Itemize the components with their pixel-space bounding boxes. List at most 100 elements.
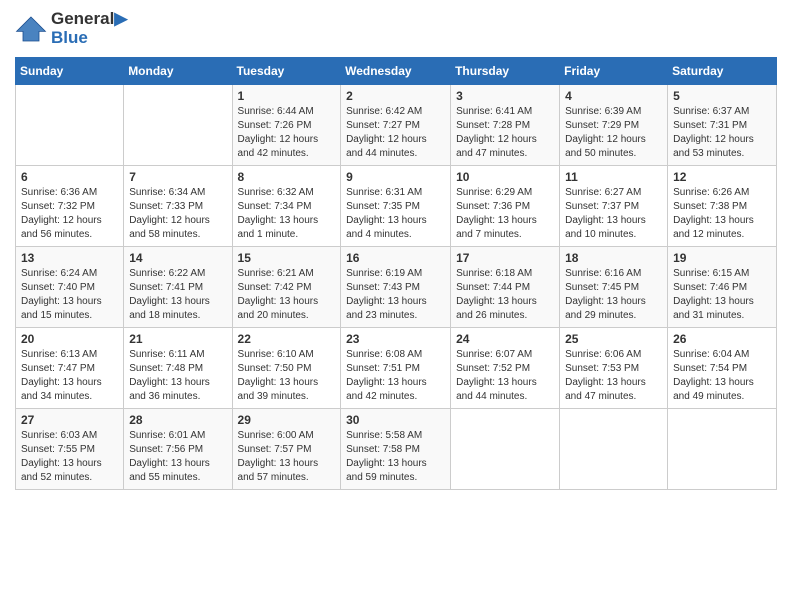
- calendar-cell: 23Sunrise: 6:08 AM Sunset: 7:51 PM Dayli…: [341, 328, 451, 409]
- calendar-cell: 24Sunrise: 6:07 AM Sunset: 7:52 PM Dayli…: [451, 328, 560, 409]
- logo-subtext: Blue: [51, 29, 127, 48]
- day-info: Sunrise: 6:41 AM Sunset: 7:28 PM Dayligh…: [456, 105, 554, 161]
- day-number: 6: [21, 170, 118, 184]
- day-info: Sunrise: 6:16 AM Sunset: 7:45 PM Dayligh…: [565, 267, 662, 323]
- page-container: General▶ Blue SundayMondayTuesdayWednesd…: [0, 0, 792, 505]
- header: General▶ Blue: [15, 10, 777, 47]
- calendar-cell: 4 Sunrise: 6:39 AM Sunset: 7:29 PM Daylig…: [560, 85, 668, 166]
- day-info: Sunrise: 6:36 AM Sunset: 7:32 PM Dayligh…: [21, 186, 118, 242]
- calendar-cell: 28 Sunrise: 6:01 AM Sunset: 7:56 PM Dayli…: [124, 409, 232, 490]
- day-info: Sunrise: 6:37 AM Sunset: 7:31 PM Dayligh…: [673, 105, 771, 161]
- calendar-table: SundayMondayTuesdayWednesdayThursdayFrid…: [15, 57, 777, 490]
- calendar-cell: 20Sunrise: 6:13 AM Sunset: 7:47 PM Dayli…: [16, 328, 124, 409]
- day-info: Sunrise: 6:21 AM Sunset: 7:42 PM Dayligh…: [238, 267, 336, 323]
- day-info: Sunrise: 6:31 AM Sunset: 7:35 PM Dayligh…: [346, 186, 445, 242]
- day-number: 4: [565, 89, 662, 103]
- day-info: Sunrise: 6:03 AM Sunset: 7:55 PM Dayligh…: [21, 429, 118, 485]
- day-number: 8: [238, 170, 336, 184]
- day-header-tuesday: Tuesday: [232, 58, 341, 85]
- calendar-cell: 27 Sunrise: 6:03 AM Sunset: 7:55 PM Dayli…: [16, 409, 124, 490]
- calendar-cell: 19 Sunrise: 6:15 AM Sunset: 7:46 PM Dayli…: [668, 247, 777, 328]
- day-info: Sunrise: 6:27 AM Sunset: 7:37 PM Dayligh…: [565, 186, 662, 242]
- day-number: 19: [673, 251, 771, 265]
- day-info: Sunrise: 6:24 AM Sunset: 7:40 PM Dayligh…: [21, 267, 118, 323]
- day-info: Sunrise: 5:58 AM Sunset: 7:58 PM Dayligh…: [346, 429, 445, 485]
- day-info: Sunrise: 6:34 AM Sunset: 7:33 PM Dayligh…: [129, 186, 226, 242]
- day-number: 13: [21, 251, 118, 265]
- calendar-cell: 10 Sunrise: 6:29 AM Sunset: 7:36 PM Dayli…: [451, 166, 560, 247]
- calendar-cell: [560, 409, 668, 490]
- calendar-cell: 13 Sunrise: 6:24 AM Sunset: 7:40 PM Dayli…: [16, 247, 124, 328]
- day-info: Sunrise: 6:44 AM Sunset: 7:26 PM Dayligh…: [238, 105, 336, 161]
- day-number: 21: [129, 332, 226, 346]
- day-number: 27: [21, 413, 118, 427]
- day-header-thursday: Thursday: [451, 58, 560, 85]
- calendar-cell: 29Sunrise: 6:00 AM Sunset: 7:57 PM Dayli…: [232, 409, 341, 490]
- day-header-monday: Monday: [124, 58, 232, 85]
- day-number: 1: [238, 89, 336, 103]
- day-number: 25: [565, 332, 662, 346]
- week-row-3: 13 Sunrise: 6:24 AM Sunset: 7:40 PM Dayli…: [16, 247, 777, 328]
- day-info: Sunrise: 6:10 AM Sunset: 7:50 PM Dayligh…: [238, 348, 336, 404]
- logo: General▶ Blue: [15, 10, 127, 47]
- day-number: 24: [456, 332, 554, 346]
- week-row-5: 27 Sunrise: 6:03 AM Sunset: 7:55 PM Dayli…: [16, 409, 777, 490]
- calendar-cell: 21 Sunrise: 6:11 AM Sunset: 7:48 PM Dayli…: [124, 328, 232, 409]
- day-number: 22: [238, 332, 336, 346]
- day-number: 5: [673, 89, 771, 103]
- calendar-cell: 3 Sunrise: 6:41 AM Sunset: 7:28 PM Daylig…: [451, 85, 560, 166]
- day-number: 29: [238, 413, 336, 427]
- day-number: 15: [238, 251, 336, 265]
- day-info: Sunrise: 6:11 AM Sunset: 7:48 PM Dayligh…: [129, 348, 226, 404]
- day-number: 18: [565, 251, 662, 265]
- day-number: 12: [673, 170, 771, 184]
- day-number: 3: [456, 89, 554, 103]
- calendar-cell: [124, 85, 232, 166]
- calendar-cell: 5 Sunrise: 6:37 AM Sunset: 7:31 PM Daylig…: [668, 85, 777, 166]
- week-row-2: 6 Sunrise: 6:36 AM Sunset: 7:32 PM Daylig…: [16, 166, 777, 247]
- day-info: Sunrise: 6:39 AM Sunset: 7:29 PM Dayligh…: [565, 105, 662, 161]
- calendar-cell: 26 Sunrise: 6:04 AM Sunset: 7:54 PM Dayli…: [668, 328, 777, 409]
- calendar-cell: 1 Sunrise: 6:44 AM Sunset: 7:26 PM Daylig…: [232, 85, 341, 166]
- day-header-wednesday: Wednesday: [341, 58, 451, 85]
- calendar-cell: 14Sunrise: 6:22 AM Sunset: 7:41 PM Dayli…: [124, 247, 232, 328]
- day-info: Sunrise: 6:01 AM Sunset: 7:56 PM Dayligh…: [129, 429, 226, 485]
- day-header-sunday: Sunday: [16, 58, 124, 85]
- day-info: Sunrise: 6:32 AM Sunset: 7:34 PM Dayligh…: [238, 186, 336, 242]
- day-info: Sunrise: 6:19 AM Sunset: 7:43 PM Dayligh…: [346, 267, 445, 323]
- day-number: 2: [346, 89, 445, 103]
- day-number: 30: [346, 413, 445, 427]
- day-info: Sunrise: 6:15 AM Sunset: 7:46 PM Dayligh…: [673, 267, 771, 323]
- day-number: 10: [456, 170, 554, 184]
- header-row: SundayMondayTuesdayWednesdayThursdayFrid…: [16, 58, 777, 85]
- calendar-cell: [16, 85, 124, 166]
- day-number: 17: [456, 251, 554, 265]
- calendar-cell: 17 Sunrise: 6:18 AM Sunset: 7:44 PM Dayli…: [451, 247, 560, 328]
- week-row-1: 1 Sunrise: 6:44 AM Sunset: 7:26 PM Daylig…: [16, 85, 777, 166]
- day-number: 26: [673, 332, 771, 346]
- calendar-cell: 16Sunrise: 6:19 AM Sunset: 7:43 PM Dayli…: [341, 247, 451, 328]
- day-number: 23: [346, 332, 445, 346]
- day-number: 28: [129, 413, 226, 427]
- calendar-cell: 2 Sunrise: 6:42 AM Sunset: 7:27 PM Daylig…: [341, 85, 451, 166]
- calendar-cell: 9 Sunrise: 6:31 AM Sunset: 7:35 PM Daylig…: [341, 166, 451, 247]
- calendar-cell: 25Sunrise: 6:06 AM Sunset: 7:53 PM Dayli…: [560, 328, 668, 409]
- week-row-4: 20Sunrise: 6:13 AM Sunset: 7:47 PM Dayli…: [16, 328, 777, 409]
- calendar-cell: 15 Sunrise: 6:21 AM Sunset: 7:42 PM Dayli…: [232, 247, 341, 328]
- day-info: Sunrise: 6:18 AM Sunset: 7:44 PM Dayligh…: [456, 267, 554, 323]
- day-number: 7: [129, 170, 226, 184]
- calendar-cell: 8 Sunrise: 6:32 AM Sunset: 7:34 PM Daylig…: [232, 166, 341, 247]
- calendar-cell: 18 Sunrise: 6:16 AM Sunset: 7:45 PM Dayli…: [560, 247, 668, 328]
- day-info: Sunrise: 6:42 AM Sunset: 7:27 PM Dayligh…: [346, 105, 445, 161]
- day-header-friday: Friday: [560, 58, 668, 85]
- logo-icon: [15, 15, 47, 43]
- calendar-cell: 11Sunrise: 6:27 AM Sunset: 7:37 PM Dayli…: [560, 166, 668, 247]
- day-number: 9: [346, 170, 445, 184]
- day-info: Sunrise: 6:04 AM Sunset: 7:54 PM Dayligh…: [673, 348, 771, 404]
- day-info: Sunrise: 6:29 AM Sunset: 7:36 PM Dayligh…: [456, 186, 554, 242]
- day-info: Sunrise: 6:22 AM Sunset: 7:41 PM Dayligh…: [129, 267, 226, 323]
- calendar-cell: [451, 409, 560, 490]
- calendar-cell: [668, 409, 777, 490]
- calendar-cell: 6 Sunrise: 6:36 AM Sunset: 7:32 PM Daylig…: [16, 166, 124, 247]
- calendar-cell: 22 Sunrise: 6:10 AM Sunset: 7:50 PM Dayli…: [232, 328, 341, 409]
